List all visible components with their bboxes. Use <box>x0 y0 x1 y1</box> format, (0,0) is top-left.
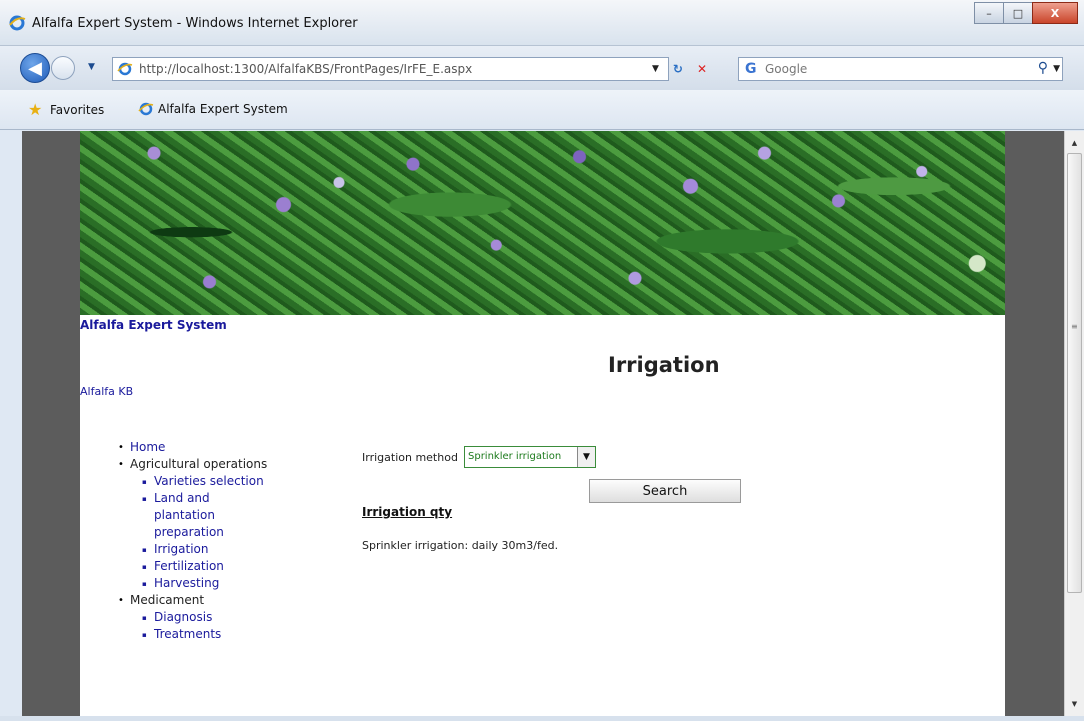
menu-item-agri: Agricultural operations Varieties select… <box>118 456 268 593</box>
close-button[interactable]: X <box>1032 2 1078 24</box>
diagnosis-link[interactable]: Diagnosis <box>154 610 212 624</box>
vertical-scrollbar[interactable]: ▲ ≡ ▼ <box>1064 131 1084 716</box>
selected-method[interactable]: Sprinkler irrigation <box>468 451 561 462</box>
favorite-link-alfalfa[interactable]: Alfalfa Expert System <box>138 101 288 117</box>
ie-icon <box>9 15 26 31</box>
window-title: Alfalfa Expert System - Windows Internet… <box>32 16 358 31</box>
stop-icon[interactable]: ✕ <box>697 62 707 76</box>
irrigation-method-label: Irrigation method <box>362 451 458 464</box>
address-dropdown-icon[interactable]: ▼ <box>652 64 659 74</box>
history-dropdown-icon[interactable]: ▼ <box>88 62 95 72</box>
favorite-link-label[interactable]: Alfalfa Expert System <box>158 102 288 116</box>
irrigation-method-select[interactable]: Sprinkler irrigation ▼ <box>464 446 596 468</box>
chevron-down-icon[interactable]: ▼ <box>577 447 595 467</box>
ie-icon <box>138 102 154 116</box>
favorites-bar: ★ Favorites Alfalfa Expert System <box>0 90 1084 130</box>
alfalfa-kb-link[interactable]: Alfalfa KB <box>80 385 133 398</box>
favorites-star-icon[interactable]: ★ <box>28 100 42 119</box>
fertilization-link[interactable]: Fertilization <box>154 559 224 573</box>
page-icon <box>117 62 133 76</box>
side-menu: Home Agricultural operations Varieties s… <box>118 439 268 644</box>
agri-submenu: Varieties selection Land and plantation … <box>142 473 267 593</box>
search-placeholder: Google <box>765 62 808 76</box>
harvesting-link[interactable]: Harvesting <box>154 576 219 590</box>
submenu-item: Land and plantation preparation <box>142 490 267 541</box>
submenu-item: Irrigation <box>142 541 267 559</box>
back-button[interactable]: ◀ <box>20 53 50 83</box>
address-bar[interactable]: http://localhost:1300/AlfalfaKBS/FrontPa… <box>112 57 669 81</box>
minimize-button[interactable]: – <box>974 2 1004 24</box>
home-link[interactable]: Home <box>130 440 165 454</box>
page-viewport: Alfalfa Expert System Irrigation Alfalfa… <box>22 131 1064 716</box>
menu-item-home: Home <box>118 439 267 456</box>
scroll-thumb[interactable]: ≡ <box>1067 153 1082 593</box>
web-page: Alfalfa Expert System Irrigation Alfalfa… <box>80 131 1005 716</box>
medicament-label: Medicament <box>130 593 205 607</box>
treatments-link[interactable]: Treatments <box>154 627 221 641</box>
land-preparation-link[interactable]: Land and plantation preparation <box>154 490 264 541</box>
varieties-selection-link[interactable]: Varieties selection <box>154 474 264 488</box>
submenu-item: Treatments <box>142 626 267 644</box>
google-icon: G <box>745 61 757 77</box>
menu-item-medicament: Medicament Diagnosis Treatments <box>118 592 267 644</box>
irrigation-link[interactable]: Irrigation <box>154 542 209 556</box>
search-dropdown-icon[interactable]: ▼ <box>1053 64 1060 74</box>
medicament-submenu: Diagnosis Treatments <box>142 609 267 644</box>
window-bottom-edge <box>0 716 1084 721</box>
search-button[interactable]: Search <box>589 479 741 503</box>
address-tools: ▼ ↻ ✕ <box>652 62 707 76</box>
scroll-down-icon[interactable]: ▼ <box>1065 696 1084 712</box>
maximize-button[interactable]: □ <box>1003 2 1033 24</box>
refresh-icon[interactable]: ↻ <box>673 62 683 76</box>
grip-icon: ≡ <box>1071 322 1078 331</box>
alfalfa-banner-image <box>80 131 1005 315</box>
irrigation-result-text: Sprinkler irrigation: daily 30m3/fed. <box>362 539 559 552</box>
site-title-link[interactable]: Alfalfa Expert System <box>80 318 227 332</box>
window-titlebar: Alfalfa Expert System - Windows Internet… <box>0 0 1084 46</box>
agri-operations-label: Agricultural operations <box>130 457 268 471</box>
submenu-item: Diagnosis <box>142 609 267 627</box>
page-title: Irrigation <box>608 353 720 377</box>
favorites-button[interactable]: Favorites <box>50 103 104 117</box>
window-controls: – □ X <box>974 2 1078 24</box>
submenu-item: Varieties selection <box>142 473 267 491</box>
submenu-item: Harvesting <box>142 575 267 593</box>
forward-button[interactable] <box>51 56 75 80</box>
search-input[interactable]: G Google ⚲ ▼ <box>738 57 1063 81</box>
irrigation-qty-heading: Irrigation qty <box>362 505 453 519</box>
navigation-bar: ◀ ▼ http://localhost:1300/AlfalfaKBS/Fro… <box>0 46 1084 90</box>
url-text[interactable]: http://localhost:1300/AlfalfaKBS/FrontPa… <box>139 62 472 76</box>
submenu-item: Fertilization <box>142 558 267 576</box>
search-icon[interactable]: ⚲ <box>1038 60 1048 76</box>
scroll-up-icon[interactable]: ▲ <box>1065 135 1084 151</box>
